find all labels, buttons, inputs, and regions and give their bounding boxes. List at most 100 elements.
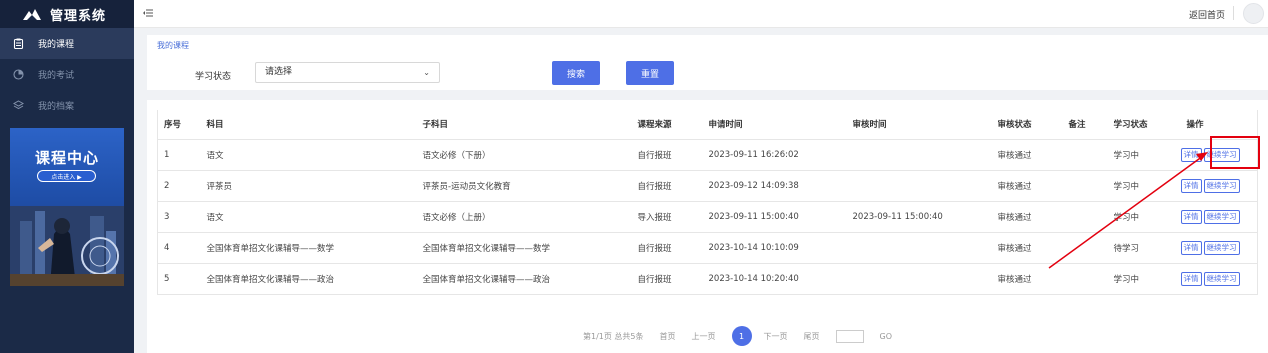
divider: [1233, 6, 1234, 20]
cell-actions: 详情 继续学习: [1180, 263, 1258, 295]
cell-apply-time: 2023-09-11 15:00:40: [702, 201, 847, 233]
banner-enter-button[interactable]: 点击进入 ▶: [37, 170, 96, 182]
cell-subsubject: 语文必修（下册）: [416, 139, 632, 171]
cell-index: 5: [157, 263, 201, 295]
cell-review-time: [846, 170, 992, 202]
cell-source: 自行报班: [631, 170, 703, 202]
table-row: 2 评茶员 评茶员-运动员文化教育 自行报班 2023-09-12 14:09:…: [157, 170, 1258, 202]
last-page-link[interactable]: 尾页: [804, 331, 820, 342]
filter-panel: 我的课程 学习状态 请选择 ⌄ 搜索 重置: [147, 35, 1268, 90]
cell-review-status: 审核通过: [991, 170, 1063, 202]
column-header: 子科目: [416, 110, 632, 140]
cell-subsubject: 全国体育单招文化课辅导——政治: [416, 263, 632, 295]
column-header: 备注: [1062, 110, 1108, 140]
cell-remark: [1062, 232, 1108, 264]
sidebar: 管理系统 我的课程 我的考试 我的档案 课程中心 点击进入 ▶: [0, 0, 134, 353]
annotation-highlight-box: [1210, 136, 1260, 169]
cell-study-status: 学习中: [1107, 170, 1181, 202]
cell-apply-time: 2023-10-14 10:20:40: [702, 263, 847, 295]
app-title: 管理系统: [50, 8, 107, 24]
cell-index: 4: [157, 232, 201, 264]
cell-subject: 语文: [200, 201, 417, 233]
cell-actions: 详情 继续学习: [1180, 170, 1258, 202]
sidebar-item-exams[interactable]: 我的考试: [0, 59, 134, 90]
table-row: 1 语文 语文必修（下册） 自行报班 2023-09-11 16:26:02 审…: [157, 139, 1258, 171]
home-link[interactable]: 返回首页: [1189, 8, 1225, 21]
continue-study-button[interactable]: 继续学习: [1203, 178, 1240, 193]
select-value: 请选择: [265, 67, 293, 77]
cell-review-time: 2023-09-11 15:00:40: [846, 201, 992, 233]
top-bar: 返回首页: [134, 0, 1268, 28]
current-page[interactable]: 1: [731, 326, 752, 346]
continue-study-button[interactable]: 继续学习: [1203, 209, 1240, 224]
cell-subsubject: 评茶员-运动员文化教育: [416, 170, 632, 202]
cell-remark: [1062, 139, 1108, 171]
banner-title: 课程中心: [34, 149, 99, 167]
cell-apply-time: 2023-09-11 16:26:02: [702, 139, 847, 171]
continue-study-button[interactable]: 继续学习: [1203, 271, 1240, 286]
table-row: 4 全国体育单招文化课辅导——数学 全国体育单招文化课辅导——数学 自行报班 2…: [157, 232, 1258, 264]
course-table-panel: 序号 科目 子科目 课程来源 申请时间 审核时间 审核状态 备注 学习状态 操作…: [147, 100, 1268, 353]
next-page-link[interactable]: 下一页: [764, 331, 788, 342]
cell-study-status: 学习中: [1107, 201, 1181, 233]
cell-subject: 语文: [200, 139, 417, 171]
column-header: 科目: [200, 110, 417, 140]
detail-button[interactable]: 详情: [1180, 209, 1202, 224]
column-header: 申请时间: [702, 110, 847, 140]
go-button[interactable]: GO: [880, 332, 893, 341]
sidebar-item-profile[interactable]: 我的档案: [0, 90, 134, 121]
cell-review-status: 审核通过: [991, 263, 1063, 295]
sidebar-item-label: 我的考试: [38, 71, 75, 81]
app-logo[interactable]: 管理系统: [0, 0, 134, 28]
cell-apply-time: 2023-10-14 10:10:09: [702, 232, 847, 264]
detail-button[interactable]: 详情: [1180, 240, 1202, 255]
prev-page-link[interactable]: 上一页: [692, 331, 716, 342]
table-header-row: 序号 科目 子科目 课程来源 申请时间 审核时间 审核状态 备注 学习状态 操作: [157, 110, 1258, 140]
cell-index: 2: [157, 170, 201, 202]
column-header: 学习状态: [1107, 110, 1181, 140]
course-table: 序号 科目 子科目 课程来源 申请时间 审核时间 审核状态 备注 学习状态 操作…: [157, 110, 1258, 295]
cell-actions: 详情 继续学习: [1180, 201, 1258, 233]
first-page-link[interactable]: 首页: [660, 331, 676, 342]
cell-review-time: [846, 139, 992, 171]
cell-review-status: 审核通过: [991, 232, 1063, 264]
cell-study-status: 待学习: [1107, 232, 1181, 264]
chevron-down-icon: ⌄: [423, 68, 430, 77]
page-summary: 第1/1页 总共5条: [583, 331, 644, 341]
cell-study-status: 学习中: [1107, 263, 1181, 295]
study-status-label: 学习状态: [195, 72, 232, 82]
cell-index: 1: [157, 139, 201, 171]
course-center-banner[interactable]: 课程中心 点击进入 ▶: [10, 128, 124, 286]
continue-study-button[interactable]: 继续学习: [1203, 240, 1240, 255]
sidebar-item-courses[interactable]: 我的课程: [0, 28, 134, 59]
search-button[interactable]: 搜索: [552, 61, 600, 85]
clipboard-icon: [13, 38, 24, 49]
detail-button[interactable]: 详情: [1180, 271, 1202, 286]
column-header: 审核时间: [846, 110, 992, 140]
mountain-logo-icon: [23, 9, 41, 20]
cell-remark: [1062, 170, 1108, 202]
study-status-select[interactable]: 请选择 ⌄: [255, 62, 440, 83]
cell-review-status: 审核通过: [991, 139, 1063, 171]
page-number-input[interactable]: [835, 329, 864, 343]
detail-button[interactable]: 详情: [1180, 147, 1202, 162]
breadcrumb[interactable]: 我的课程: [157, 40, 189, 51]
reset-button[interactable]: 重置: [626, 61, 674, 85]
column-header: 课程来源: [631, 110, 703, 140]
avatar[interactable]: [1243, 3, 1264, 24]
column-header: 审核状态: [991, 110, 1063, 140]
cell-source: 导入报班: [631, 201, 703, 233]
sidebar-item-label: 我的档案: [38, 102, 75, 112]
menu-collapse-icon[interactable]: [143, 8, 153, 18]
column-header: 操作: [1180, 110, 1258, 140]
sidebar-item-label: 我的课程: [38, 40, 75, 50]
cell-subject: 全国体育单招文化课辅导——数学: [200, 232, 417, 264]
cell-index: 3: [157, 201, 201, 233]
layers-icon: [13, 100, 24, 111]
detail-button[interactable]: 详情: [1180, 178, 1202, 193]
cell-subject: 全国体育单招文化课辅导——政治: [200, 263, 417, 295]
cell-source: 自行报班: [631, 139, 703, 171]
banner-illustration: [10, 206, 124, 286]
cell-remark: [1062, 201, 1108, 233]
cell-actions: 详情 继续学习: [1180, 232, 1258, 264]
